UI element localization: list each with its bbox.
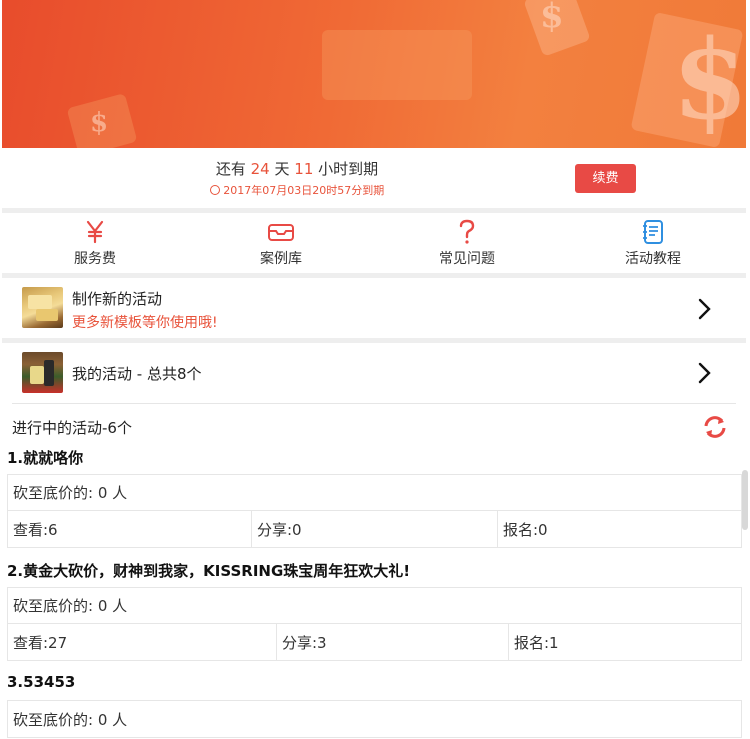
signups-count: 报名:0 xyxy=(503,520,548,539)
table-row: 砍至底价的: 0 人 xyxy=(8,701,741,737)
notebook-icon xyxy=(560,219,746,244)
clock-icon xyxy=(209,185,220,195)
chevron-right-icon xyxy=(698,362,711,384)
activity-title[interactable]: 3.53453 xyxy=(7,673,75,691)
dollar-icon: $ xyxy=(672,15,746,144)
activity-title[interactable]: 2.黄金大砍价，财神到我家，KISSRING珠宝周年狂欢大礼! xyxy=(7,560,410,581)
table-row: 查看:6 分享:0 报名:0 xyxy=(8,511,741,547)
expiry-suffix: 小时到期 xyxy=(318,160,379,178)
nav-label: 服务费 xyxy=(74,251,116,267)
expiry-days: 24 xyxy=(250,160,270,178)
signups-count: 报名:1 xyxy=(514,633,559,652)
nav-label: 案例库 xyxy=(260,251,302,267)
expiry-day-unit: 天 xyxy=(274,160,290,178)
my-activities-title: 我的活动 - 总共8个 xyxy=(72,365,202,383)
question-icon xyxy=(374,219,560,244)
yen-icon xyxy=(2,219,188,244)
activity-stats-table: 砍至底价的: 0 人 查看:27 分享:3 报名:1 xyxy=(7,587,742,661)
create-activity-subtitle: 更多新模板等你使用哦! xyxy=(72,315,218,331)
nav-item-faq[interactable]: 常见问题 xyxy=(374,213,560,273)
views-count: 查看:27 xyxy=(8,624,277,660)
banner: $ $ $ xyxy=(2,0,746,148)
bottom-price-count: 砍至底价的: 0 人 xyxy=(13,597,128,615)
activity-thumbnail xyxy=(22,352,63,393)
expiry-bar: 还有 24 天 11 小时到期 2017年07月03日20时57分到期 续费 xyxy=(2,148,746,208)
nav-item-service-fee[interactable]: 服务费 xyxy=(2,213,188,273)
table-row: 查看:27 分享:3 报名:1 xyxy=(8,624,741,660)
shares-count: 分享:0 xyxy=(252,511,498,547)
scrollbar[interactable] xyxy=(742,470,748,530)
quick-nav: 服务费 案例库 常见问题 活动教程 xyxy=(2,213,746,273)
banner-decoration xyxy=(322,30,472,100)
expiry-hours: 11 xyxy=(294,160,314,178)
dollar-icon: $ xyxy=(90,108,109,138)
box-icon xyxy=(188,219,374,244)
activity-title[interactable]: 1.就就咯你 xyxy=(7,447,83,468)
create-activity-title: 制作新的活动 xyxy=(72,290,163,308)
my-activities-row[interactable]: 我的活动 - 总共8个 xyxy=(2,343,746,403)
bottom-price-count: 砍至底价的: 0 人 xyxy=(13,484,128,502)
dollar-icon: $ xyxy=(540,0,564,36)
table-row: 砍至底价的: 0 人 xyxy=(8,475,741,511)
table-row: 砍至底价的: 0 人 xyxy=(8,588,741,624)
create-activity-row[interactable]: 制作新的活动 更多新模板等你使用哦! xyxy=(2,278,746,338)
ongoing-heading: 进行中的活动-6个 xyxy=(12,419,132,437)
bottom-price-count: 砍至底价的: 0 人 xyxy=(13,710,128,729)
renew-button[interactable]: 续费 xyxy=(575,164,636,193)
chevron-right-icon xyxy=(698,298,711,320)
shares-count: 分享:3 xyxy=(277,624,509,660)
activity-stats-table: 砍至底价的: 0 人 查看:6 分享:0 报名:0 xyxy=(7,474,742,548)
expiry-date-text: 2017年07月03日20时57分到期 xyxy=(223,184,385,197)
refresh-icon[interactable] xyxy=(702,414,728,440)
expiry-date: 2017年07月03日20时57分到期 xyxy=(2,182,592,198)
cheese-thumbnail xyxy=(22,287,63,328)
nav-item-case-library[interactable]: 案例库 xyxy=(188,213,374,273)
nav-item-tutorial[interactable]: 活动教程 xyxy=(560,213,746,273)
activity-stats-table: 砍至底价的: 0 人 xyxy=(7,700,742,738)
expiry-prefix: 还有 xyxy=(215,160,246,178)
divider xyxy=(12,403,736,404)
views-count: 查看:6 xyxy=(8,511,252,547)
nav-label: 活动教程 xyxy=(625,251,681,267)
expiry-countdown: 还有 24 天 11 小时到期 xyxy=(2,158,592,179)
nav-label: 常见问题 xyxy=(439,251,495,267)
